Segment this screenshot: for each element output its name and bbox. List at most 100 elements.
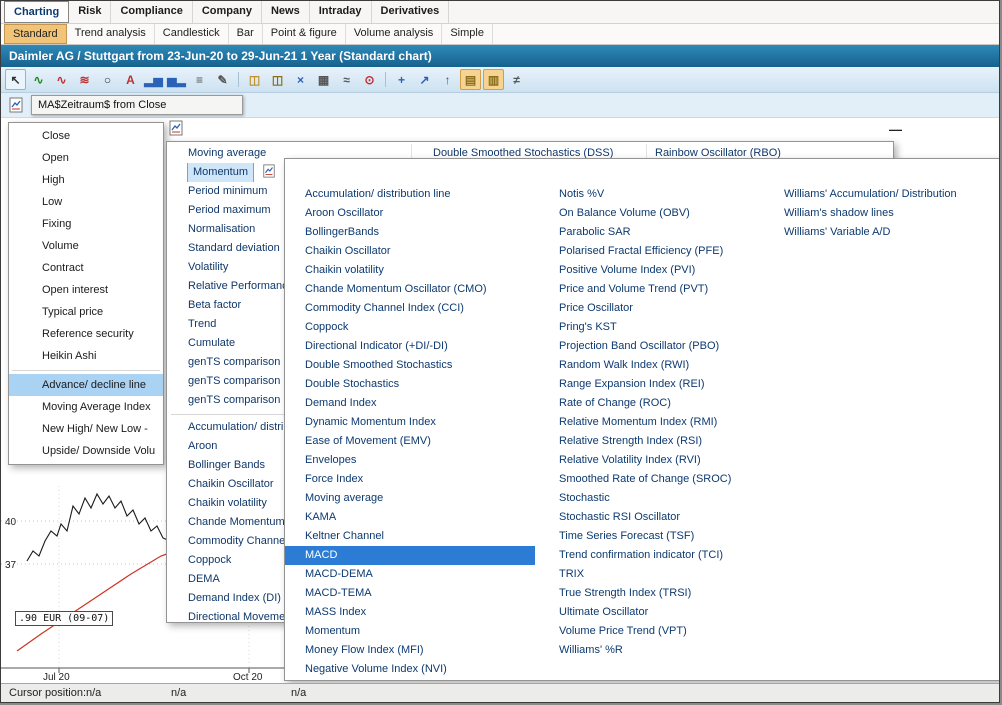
indicator-item[interactable]: TRIX bbox=[557, 565, 782, 584]
delete-study-icon[interactable]: ≠ bbox=[506, 69, 527, 90]
table-view-icon[interactable]: ▦ bbox=[313, 69, 334, 90]
menu-tab[interactable]: News bbox=[262, 1, 310, 23]
indicator-item[interactable]: Parabolic SAR bbox=[557, 223, 782, 242]
menu-item[interactable]: Open bbox=[9, 147, 163, 169]
indicator-item[interactable]: Range Expansion Index (REI) bbox=[557, 375, 782, 394]
menu-tab[interactable]: Intraday bbox=[310, 1, 372, 23]
indicator-item[interactable]: Momentum bbox=[285, 622, 557, 641]
period-daily-icon[interactable]: ◫ bbox=[244, 69, 265, 90]
menu-item[interactable] bbox=[9, 367, 163, 374]
indicator-item[interactable]: Envelopes bbox=[285, 451, 557, 470]
menu-tab[interactable]: Derivatives bbox=[372, 1, 450, 23]
indicator-item[interactable]: Coppock bbox=[285, 318, 557, 337]
indicator-item[interactable]: KAMA bbox=[285, 508, 557, 527]
crosshair-icon[interactable]: + bbox=[391, 69, 412, 90]
indicator-item[interactable]: On Balance Volume (OBV) bbox=[557, 204, 782, 223]
menu-tab[interactable]: Risk bbox=[69, 1, 111, 23]
indicator-item[interactable]: BollingerBands bbox=[285, 223, 557, 242]
menu-item[interactable]: Open interest bbox=[9, 279, 163, 301]
indicator-item[interactable]: Aroon Oscillator bbox=[285, 204, 557, 223]
ma-formula-icon[interactable] bbox=[7, 96, 25, 114]
indicator-item[interactable]: Pring's KST bbox=[557, 318, 782, 337]
toolbar-separator[interactable] bbox=[235, 69, 242, 90]
indicator-item[interactable]: MASS Index bbox=[285, 603, 557, 622]
trend-channel-icon[interactable]: ↗ bbox=[414, 69, 435, 90]
toolbar-separator[interactable] bbox=[382, 69, 389, 90]
indicator-item[interactable]: Projection Band Oscillator (PBO) bbox=[557, 337, 782, 356]
time-cycle-icon[interactable]: ⊙ bbox=[359, 69, 380, 90]
ellipse-tool-icon[interactable]: ○ bbox=[97, 69, 118, 90]
zigzag-icon[interactable]: ≈ bbox=[336, 69, 357, 90]
indicator-item[interactable]: Moving average bbox=[285, 489, 557, 508]
menu-tab[interactable]: Compliance bbox=[111, 1, 192, 23]
line-chart-red-icon[interactable]: ∿ bbox=[51, 69, 72, 90]
indicator-item[interactable]: Accumulation/ distribution line bbox=[285, 185, 557, 204]
indicator-item[interactable]: MACD bbox=[285, 546, 535, 565]
indicator-item[interactable]: Random Walk Index (RWI) bbox=[557, 356, 782, 375]
menu-item[interactable]: Reference security bbox=[9, 323, 163, 345]
menu-item[interactable]: New High/ New Low - bbox=[9, 418, 163, 440]
chart-type-tab[interactable]: Simple bbox=[442, 24, 493, 44]
indicator-item[interactable]: Relative Volatility Index (RVI) bbox=[557, 451, 782, 470]
menu-tab[interactable]: Charting bbox=[4, 1, 69, 23]
chart-type-tab[interactable]: Candlestick bbox=[155, 24, 229, 44]
candlestick-tool-icon[interactable]: ◫ bbox=[267, 69, 288, 90]
indicator-item[interactable]: Notis %V bbox=[557, 185, 782, 204]
indicator-item[interactable]: Money Flow Index (MFI) bbox=[285, 641, 557, 660]
indicator-item[interactable]: Dynamic Momentum Index bbox=[285, 413, 557, 432]
indicator-item[interactable]: Chaikin volatility bbox=[285, 261, 557, 280]
indicator-item[interactable]: Keltner Channel bbox=[285, 527, 557, 546]
menu-item[interactable]: High bbox=[9, 169, 163, 191]
chart-type-tab[interactable]: Bar bbox=[229, 24, 263, 44]
indicator-item[interactable]: True Strength Index (TRSI) bbox=[557, 584, 782, 603]
menu-item[interactable]: Upside/ Downside Volu bbox=[9, 440, 163, 462]
overlay-chart-icon[interactable]: ≋ bbox=[74, 69, 95, 90]
menu-item[interactable]: Typical price bbox=[9, 301, 163, 323]
indicator-item[interactable]: Smoothed Rate of Change (SROC) bbox=[557, 470, 782, 489]
indicator-item[interactable]: Polarised Fractal Efficiency (PFE) bbox=[557, 242, 782, 261]
indicator-item[interactable]: Double Smoothed Stochastics bbox=[285, 356, 557, 375]
text-tool-icon[interactable]: A bbox=[120, 69, 141, 90]
indicator-item[interactable]: Positive Volume Index (PVI) bbox=[557, 261, 782, 280]
menu-item[interactable]: Heikin Ashi bbox=[9, 345, 163, 367]
menu-item[interactable]: Close bbox=[9, 125, 163, 147]
indicator-item[interactable]: Double Stochastics bbox=[285, 375, 557, 394]
indicator-item[interactable]: Price Oscillator bbox=[557, 299, 782, 318]
menu-item[interactable]: Contract bbox=[9, 257, 163, 279]
indicator-item[interactable]: Stochastic RSI Oscillator bbox=[557, 508, 782, 527]
menu-item[interactable]: Advance/ decline line bbox=[9, 374, 163, 396]
menu-item[interactable]: Low bbox=[9, 191, 163, 213]
indicator-item[interactable]: Williams' Accumulation/ Distribution bbox=[782, 185, 999, 204]
indicator-item[interactable]: Ultimate Oscillator bbox=[557, 603, 782, 622]
indicator-item[interactable]: Commodity Channel Index (CCI) bbox=[285, 299, 557, 318]
menu-item[interactable]: Volume bbox=[9, 235, 163, 257]
pointer-tool-icon[interactable]: ↖ bbox=[5, 69, 26, 90]
indicator-item[interactable]: Directional Indicator (+DI/-DI) bbox=[285, 337, 557, 356]
indicator-item[interactable]: Force Index bbox=[285, 470, 557, 489]
indicator-item[interactable]: Trend confirmation indicator (TCI) bbox=[557, 546, 782, 565]
menu-tab[interactable]: Company bbox=[193, 1, 262, 23]
menu-item[interactable]: Fixing bbox=[9, 213, 163, 235]
indicator-item[interactable]: Chande Momentum Oscillator (CMO) bbox=[285, 280, 557, 299]
compare-icon[interactable]: × bbox=[290, 69, 311, 90]
indicator-item[interactable]: Demand Index bbox=[285, 394, 557, 413]
indicator-window-icon[interactable]: ▤ bbox=[460, 69, 481, 90]
indicator-item[interactable]: Price and Volume Trend (PVT) bbox=[557, 280, 782, 299]
indicator-item[interactable]: Relative Strength Index (RSI) bbox=[557, 432, 782, 451]
indicator-item[interactable]: MACD-TEMA bbox=[285, 584, 557, 603]
menu-item[interactable]: Moving Average Index bbox=[9, 396, 163, 418]
indicator-item[interactable]: Chaikin Oscillator bbox=[285, 242, 557, 261]
indicator-item[interactable]: Williams' Variable A/D bbox=[782, 223, 999, 242]
horizontal-lines-icon[interactable]: ≡ bbox=[189, 69, 210, 90]
minimize-icon[interactable]: — bbox=[889, 122, 902, 137]
line-chart-green-icon[interactable]: ∿ bbox=[28, 69, 49, 90]
indicator-item[interactable]: Time Series Forecast (TSF) bbox=[557, 527, 782, 546]
indicator-item[interactable]: William's shadow lines bbox=[782, 204, 999, 223]
indicator-item[interactable]: Volume Price Trend (VPT) bbox=[557, 622, 782, 641]
indicator-item[interactable]: Williams' %R bbox=[557, 641, 782, 660]
indicator-item[interactable]: Stochastic bbox=[557, 489, 782, 508]
chart-type-tab[interactable]: Volume analysis bbox=[346, 24, 443, 44]
indicator-item[interactable]: MACD-DEMA bbox=[285, 565, 557, 584]
volume-bars-icon[interactable]: ▂▅ bbox=[143, 69, 164, 90]
formula-combo[interactable]: MA$Zeitraum$ from Close bbox=[31, 95, 243, 115]
